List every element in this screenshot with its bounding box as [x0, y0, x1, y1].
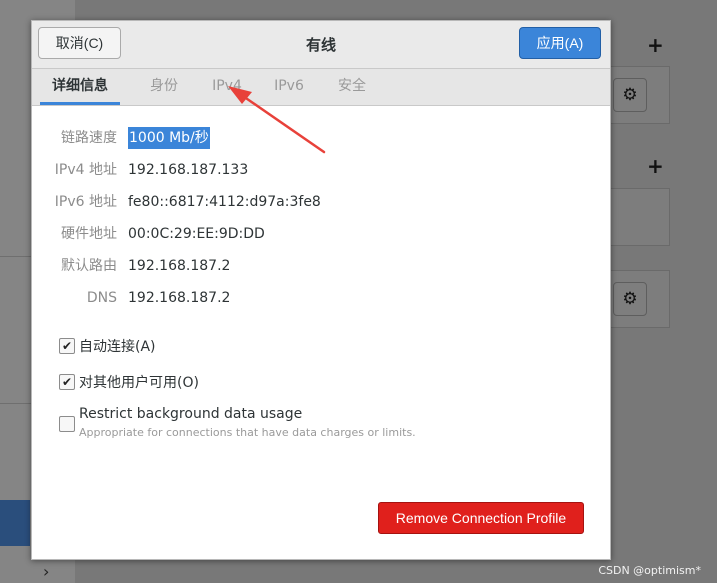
restrict-background-description: Appropriate for connections that have da… [79, 426, 416, 439]
all-users-label: 对其他用户可用(O) [79, 375, 199, 391]
tab-details[interactable]: 详细信息 [40, 69, 120, 105]
all-users-checkbox[interactable]: ✔ [59, 374, 75, 390]
sidebar-selected-item[interactable] [0, 500, 30, 546]
detail-row-ipv4: IPv4 地址 192.168.187.133 [32, 159, 610, 181]
restrict-background-checkbox[interactable] [59, 416, 75, 432]
detail-label: 链路速度 [61, 130, 117, 146]
default-route-value[interactable]: 192.168.187.2 [128, 255, 230, 277]
tab-ipv4[interactable]: IPv4 [202, 69, 252, 103]
ipv6-address-value[interactable]: fe80::6817:4112:d97a:3fe8 [128, 191, 321, 213]
tab-identity[interactable]: 身份 [136, 69, 192, 103]
background-panel [608, 188, 670, 246]
tab-bar: 详细信息 身份 IPv4 IPv6 安全 [32, 69, 610, 106]
watermark: CSDN @optimism* [598, 564, 701, 577]
add-vpn-button[interactable]: + [647, 154, 664, 178]
gear-icon[interactable]: ⚙ [613, 282, 647, 316]
cancel-button[interactable]: 取消(C) [38, 27, 121, 59]
tab-security[interactable]: 安全 [324, 69, 380, 103]
detail-label: DNS [86, 290, 117, 306]
detail-row-dns: DNS 192.168.187.2 [32, 287, 610, 309]
detail-label: IPv4 地址 [54, 162, 117, 178]
detail-row-link-speed: 链路速度 1000 Mb/秒 [32, 127, 610, 149]
detail-row-default-route: 默认路由 192.168.187.2 [32, 255, 610, 277]
ipv4-address-value[interactable]: 192.168.187.133 [128, 159, 248, 181]
detail-label: 硬件地址 [61, 226, 117, 242]
dialog-header: 取消(C) 有线 应用(A) [32, 21, 610, 69]
apply-button[interactable]: 应用(A) [519, 27, 601, 59]
link-speed-value[interactable]: 1000 Mb/秒 [128, 127, 210, 149]
wired-settings-dialog: 取消(C) 有线 应用(A) 详细信息 身份 IPv4 IPv6 安全 链路速度… [31, 20, 611, 560]
add-connection-button[interactable]: + [647, 33, 664, 57]
tab-ipv6[interactable]: IPv6 [264, 69, 314, 103]
remove-connection-profile-button[interactable]: Remove Connection Profile [378, 502, 584, 534]
auto-connect-label: 自动连接(A) [79, 339, 156, 355]
detail-row-ipv6: IPv6 地址 fe80::6817:4112:d97a:3fe8 [32, 191, 610, 213]
detail-row-hardware: 硬件地址 00:0C:29:EE:9D:DD [32, 223, 610, 245]
dns-value[interactable]: 192.168.187.2 [128, 287, 230, 309]
hardware-address-value[interactable]: 00:0C:29:EE:9D:DD [128, 223, 265, 245]
auto-connect-checkbox[interactable]: ✔ [59, 338, 75, 354]
detail-label: 默认路由 [61, 258, 117, 274]
chevron-right-icon[interactable]: › [43, 562, 49, 581]
restrict-background-label: Restrict background data usage [79, 406, 303, 422]
gear-icon[interactable]: ⚙ [613, 78, 647, 112]
detail-label: IPv6 地址 [54, 194, 117, 210]
